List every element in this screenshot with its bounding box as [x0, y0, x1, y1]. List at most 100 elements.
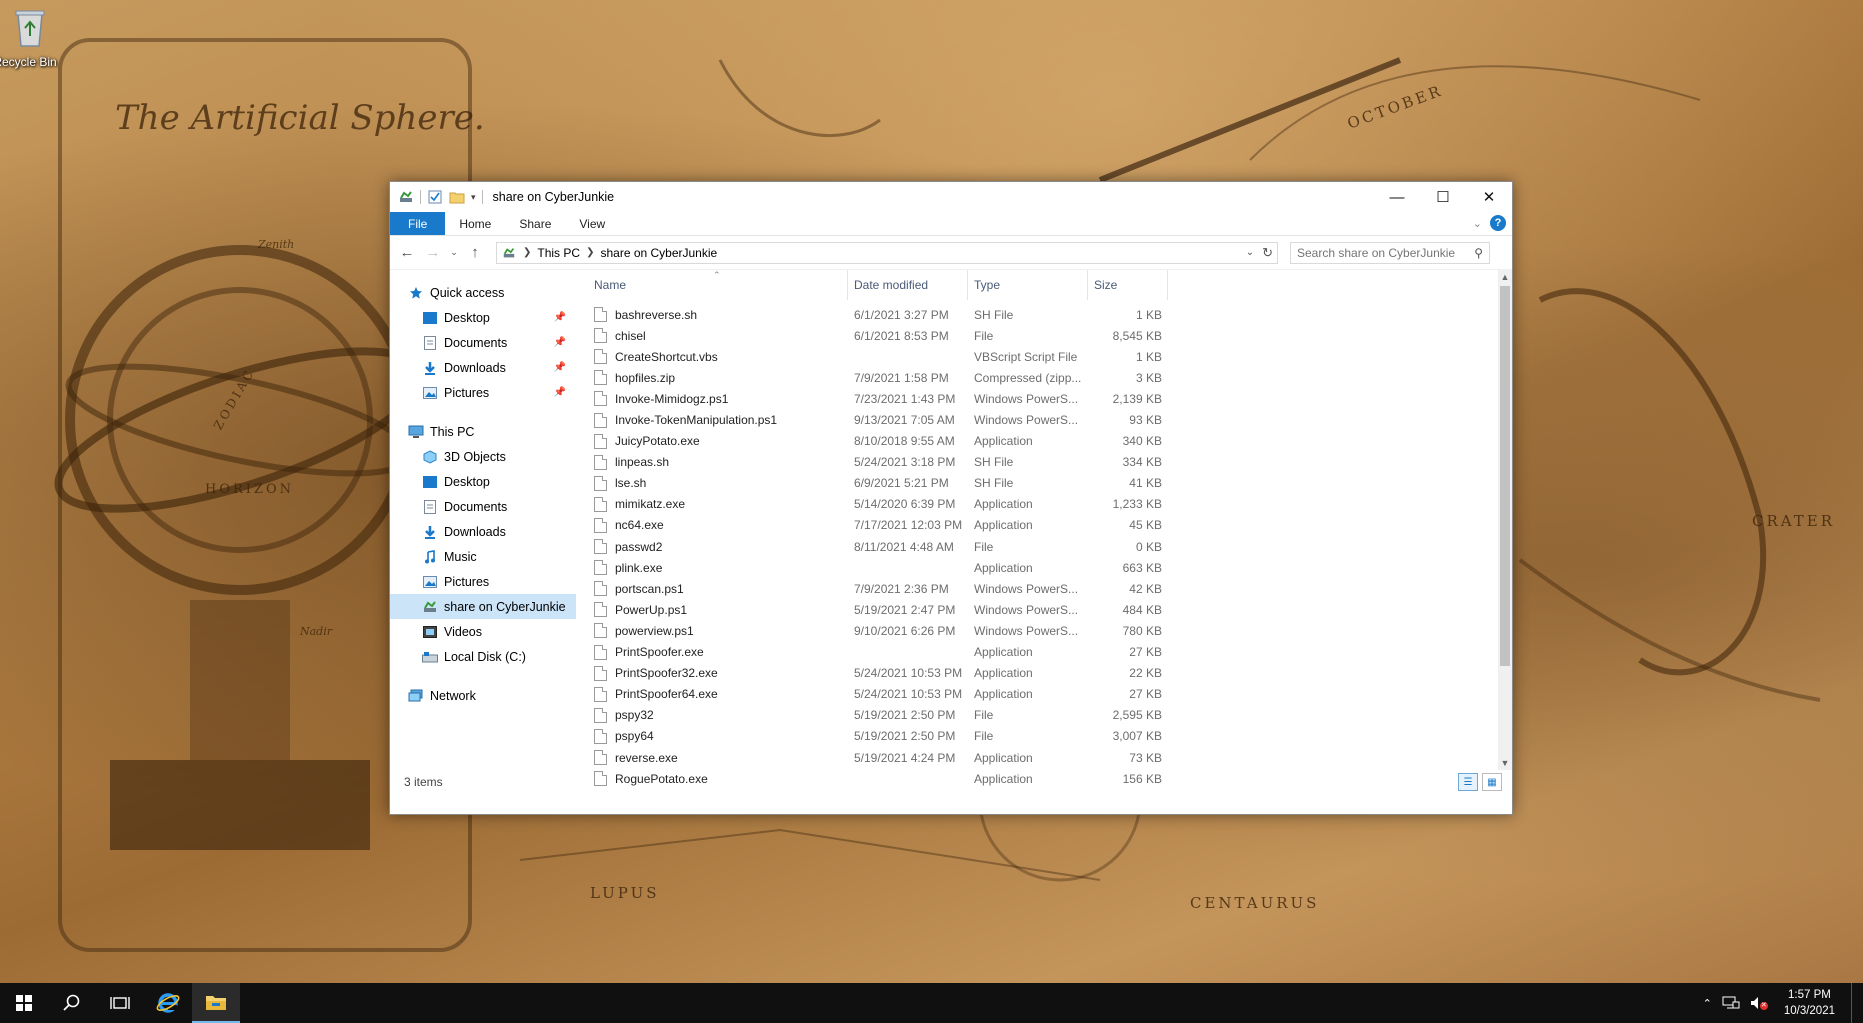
- nav-network[interactable]: Network: [390, 683, 576, 708]
- back-arrow-icon[interactable]: ←: [396, 242, 418, 264]
- tab-home[interactable]: Home: [445, 212, 505, 235]
- file-name-cell[interactable]: linpeas.sh: [588, 454, 848, 470]
- file-name-cell[interactable]: reverse.exe: [588, 750, 848, 766]
- file-row[interactable]: passwd2 8/11/2021 4:48 AM File 0 KB: [588, 536, 1512, 557]
- file-row[interactable]: powerview.ps1 9/10/2021 6:26 PM Windows Po…: [588, 620, 1512, 641]
- file-name-cell[interactable]: bashreverse.sh: [588, 307, 848, 323]
- nav-videos[interactable]: Videos: [390, 619, 576, 644]
- vertical-scrollbar[interactable]: ▲ ▼: [1498, 270, 1512, 770]
- file-row[interactable]: hopfiles.zip 7/9/2021 1:58 PM Compressed (…: [588, 367, 1512, 388]
- details-view-icon[interactable]: ☰: [1458, 773, 1478, 791]
- file-row[interactable]: JuicyPotato.exe 8/10/2018 9:55 AM Applicat…: [588, 431, 1512, 452]
- minimize-button[interactable]: —: [1374, 182, 1420, 212]
- properties-icon[interactable]: [427, 189, 443, 205]
- nav-qa-pictures[interactable]: Pictures 📌: [390, 380, 576, 405]
- file-row[interactable]: Invoke-TokenManipulation.ps1 9/13/2021 7:…: [588, 409, 1512, 430]
- file-row[interactable]: mimikatz.exe 5/14/2020 6:39 PM Application…: [588, 494, 1512, 515]
- scroll-up-arrow-icon[interactable]: ▲: [1498, 270, 1512, 284]
- file-name-cell[interactable]: PowerUp.ps1: [588, 602, 848, 618]
- breadcrumb-this-pc[interactable]: This PC: [537, 246, 580, 260]
- file-row[interactable]: pspy64 5/19/2021 2:50 PM File 3,007 KB: [588, 726, 1512, 747]
- maximize-button[interactable]: ☐: [1420, 182, 1466, 212]
- up-arrow-icon[interactable]: ↑: [464, 242, 486, 264]
- recycle-bin-desktop-icon[interactable]: Recycle Bin: [0, 8, 60, 69]
- pin-icon[interactable]: 📌: [554, 387, 566, 398]
- file-name-cell[interactable]: PrintSpoofer.exe: [588, 644, 848, 660]
- file-row[interactable]: Invoke-Mimidogz.ps1 7/23/2021 1:43 PM Wind…: [588, 388, 1512, 409]
- file-name-cell[interactable]: nc64.exe: [588, 517, 848, 533]
- tab-share[interactable]: Share: [505, 212, 565, 235]
- file-row[interactable]: PrintSpoofer64.exe 5/24/2021 10:53 PM Appl…: [588, 684, 1512, 705]
- file-name-cell[interactable]: hopfiles.zip: [588, 370, 848, 386]
- tab-file[interactable]: File: [390, 212, 446, 235]
- search-icon[interactable]: ⚲: [1474, 246, 1483, 260]
- file-name-cell[interactable]: lse.sh: [588, 475, 848, 491]
- file-name-cell[interactable]: chisel: [588, 328, 848, 344]
- pin-icon[interactable]: 📌: [554, 337, 566, 348]
- file-name-cell[interactable]: pspy32: [588, 707, 848, 723]
- search-input[interactable]: [1297, 245, 1475, 260]
- file-name-cell[interactable]: Invoke-TokenManipulation.ps1: [588, 412, 848, 428]
- scrollbar-thumb[interactable]: [1500, 286, 1510, 666]
- file-name-cell[interactable]: PrintSpoofer32.exe: [588, 665, 848, 681]
- column-header-size[interactable]: Size: [1088, 270, 1168, 300]
- customize-qat-chevron-icon[interactable]: ▾: [471, 192, 476, 203]
- clock[interactable]: 1:57 PM 10/3/2021: [1778, 987, 1841, 1019]
- file-row[interactable]: linpeas.sh 5/24/2021 3:18 PM SH File 334 KB: [588, 452, 1512, 473]
- network-status-icon[interactable]: [1722, 996, 1740, 1010]
- file-explorer-taskbar-button[interactable]: [192, 983, 240, 1023]
- address-bar[interactable]: ❯ This PC ❯ share on CyberJunkie ⌄ ↻: [496, 241, 1278, 264]
- file-name-cell[interactable]: plink.exe: [588, 560, 848, 576]
- file-name-cell[interactable]: pspy64: [588, 728, 848, 744]
- search-box[interactable]: ⚲: [1290, 241, 1490, 264]
- search-taskbar-button[interactable]: [48, 983, 96, 1023]
- file-row[interactable]: reverse.exe 5/19/2021 4:24 PM Application 7…: [588, 747, 1512, 768]
- nav-3d-objects[interactable]: 3D Objects: [390, 444, 576, 469]
- file-name-cell[interactable]: portscan.ps1: [588, 581, 848, 597]
- file-name-cell[interactable]: CreateShortcut.vbs: [588, 349, 848, 365]
- recent-locations-chevron-icon[interactable]: ⌄: [448, 242, 460, 264]
- nav-documents[interactable]: Documents: [390, 494, 576, 519]
- nav-desktop[interactable]: Desktop: [390, 469, 576, 494]
- nav-local-disk[interactable]: Local Disk (C:): [390, 644, 576, 669]
- nav-share-on-cyberjunkie[interactable]: share on CyberJunkie: [390, 594, 576, 619]
- nav-qa-downloads[interactable]: Downloads 📌: [390, 355, 576, 380]
- breadcrumb-share[interactable]: share on CyberJunkie: [600, 246, 717, 260]
- nav-pictures[interactable]: Pictures: [390, 569, 576, 594]
- pin-icon[interactable]: 📌: [554, 312, 566, 323]
- file-name-cell[interactable]: mimikatz.exe: [588, 496, 848, 512]
- file-row[interactable]: lse.sh 6/9/2021 5:21 PM SH File 41 KB: [588, 473, 1512, 494]
- file-row[interactable]: CreateShortcut.vbs VBScript Script File 1 …: [588, 346, 1512, 367]
- show-desktop-button[interactable]: [1851, 983, 1855, 1023]
- nav-music[interactable]: Music: [390, 544, 576, 569]
- nav-quick-access[interactable]: Quick access: [390, 280, 576, 305]
- address-dropdown-chevron-icon[interactable]: ⌄: [1246, 247, 1254, 258]
- breadcrumb-chevron-icon-2[interactable]: ❯: [586, 247, 594, 258]
- pin-icon[interactable]: 📌: [554, 362, 566, 373]
- column-header-date-modified[interactable]: Date modified: [848, 270, 968, 300]
- file-name-cell[interactable]: powerview.ps1: [588, 623, 848, 639]
- file-row[interactable]: bashreverse.sh 6/1/2021 3:27 PM SH File 1 K…: [588, 304, 1512, 325]
- file-row[interactable]: portscan.ps1 7/9/2021 2:36 PM Windows Powe…: [588, 578, 1512, 599]
- nav-qa-desktop[interactable]: Desktop 📌: [390, 305, 576, 330]
- nav-downloads[interactable]: Downloads: [390, 519, 576, 544]
- expand-ribbon-chevron-icon[interactable]: ⌄: [1473, 217, 1482, 230]
- volume-muted-icon[interactable]: ✕: [1750, 996, 1768, 1010]
- nav-this-pc[interactable]: This PC: [390, 419, 576, 444]
- close-button[interactable]: ✕: [1466, 182, 1512, 212]
- help-icon[interactable]: ?: [1490, 215, 1506, 231]
- file-row[interactable]: PrintSpoofer.exe Application 27 KB: [588, 642, 1512, 663]
- file-name-cell[interactable]: PrintSpoofer64.exe: [588, 686, 848, 702]
- forward-arrow-icon[interactable]: →: [422, 242, 444, 264]
- large-icons-view-icon[interactable]: ▦: [1482, 773, 1502, 791]
- file-row[interactable]: PowerUp.ps1 5/19/2021 2:47 PM Windows Powe…: [588, 599, 1512, 620]
- breadcrumb-chevron-icon[interactable]: ❯: [523, 247, 531, 258]
- internet-explorer-taskbar-button[interactable]: [144, 983, 192, 1023]
- file-name-cell[interactable]: JuicyPotato.exe: [588, 433, 848, 449]
- task-view-button[interactable]: [96, 983, 144, 1023]
- start-button[interactable]: [0, 983, 48, 1023]
- file-row[interactable]: plink.exe Application 663 KB: [588, 557, 1512, 578]
- tab-view[interactable]: View: [565, 212, 619, 235]
- file-row[interactable]: chisel 6/1/2021 8:53 PM File 8,545 KB: [588, 325, 1512, 346]
- refresh-icon[interactable]: ↻: [1262, 245, 1273, 261]
